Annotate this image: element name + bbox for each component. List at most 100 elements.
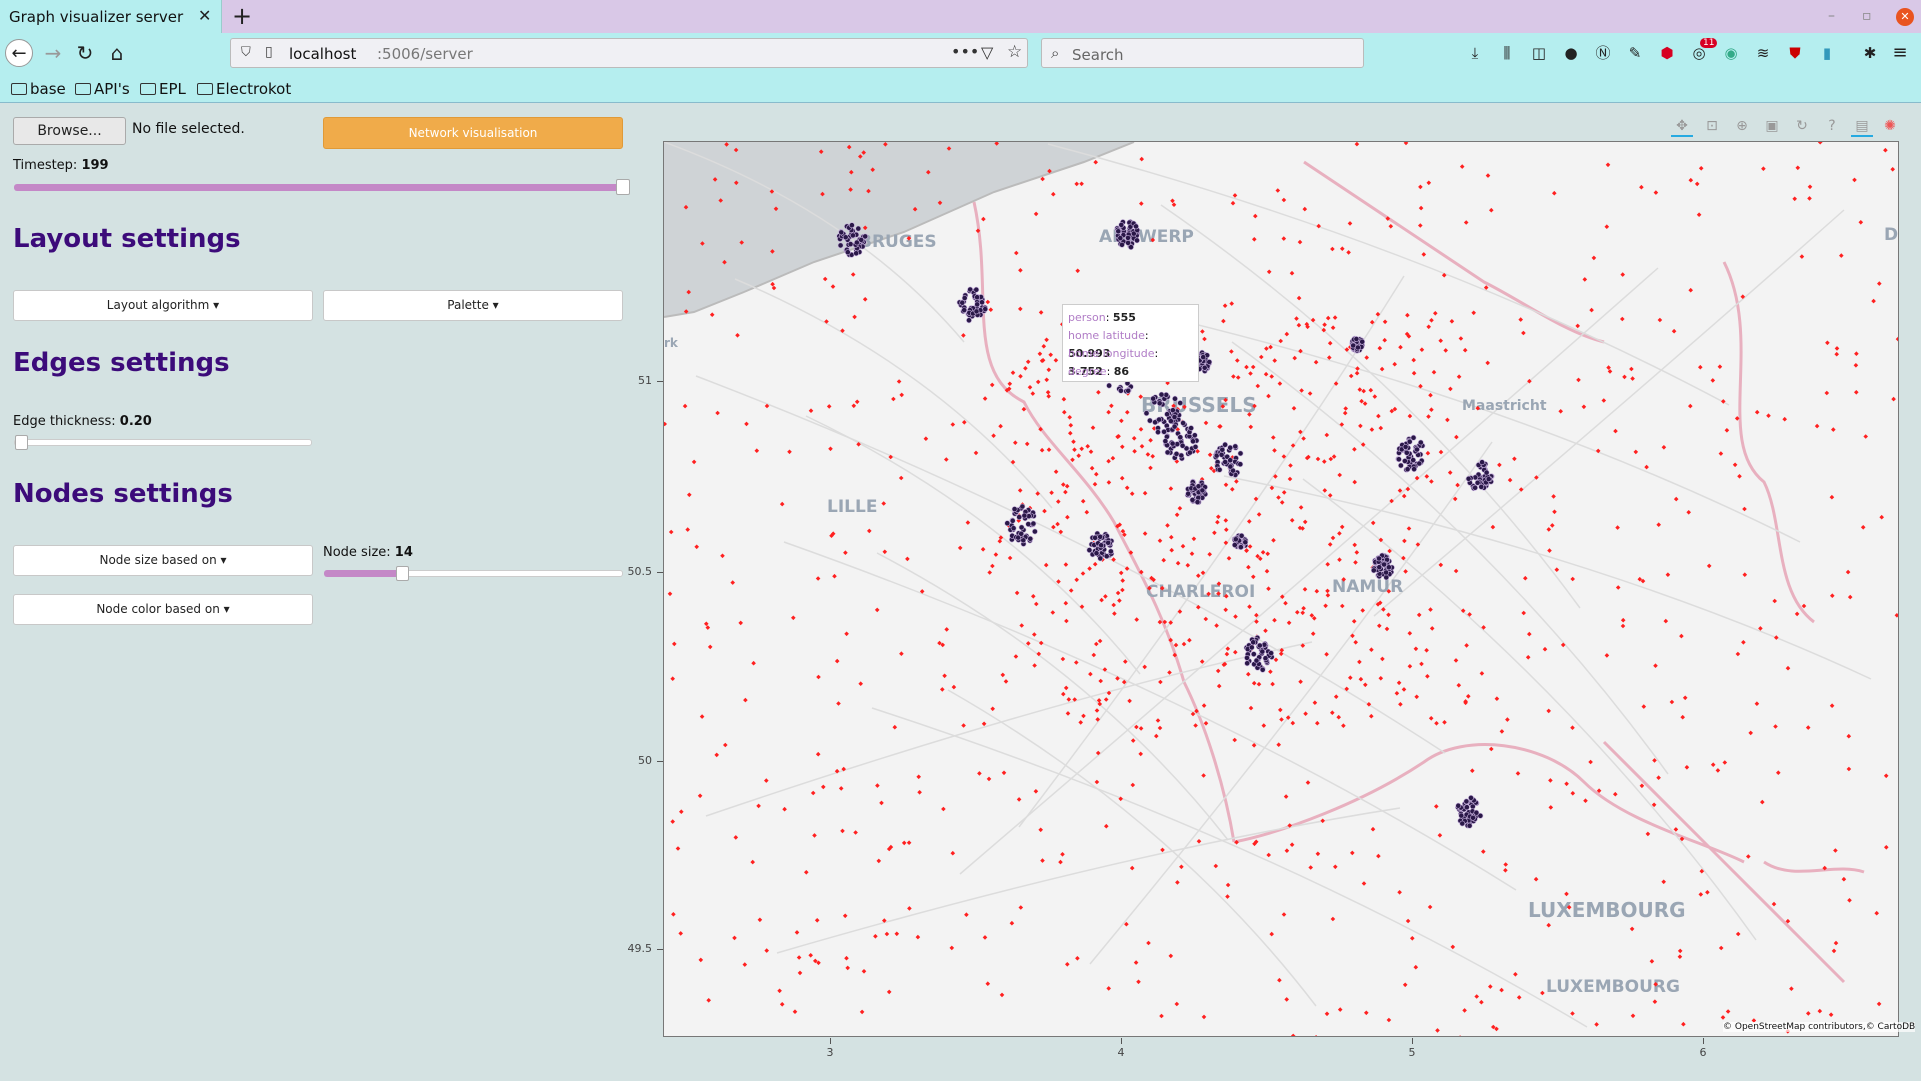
- cluster-node: [1180, 420, 1186, 426]
- node-marker: [1732, 462, 1738, 468]
- box-zoom-tool-icon[interactable]: ⊡: [1701, 115, 1723, 137]
- cluster-node: [1093, 550, 1100, 557]
- node-marker: [998, 423, 1003, 429]
- pan-tool-icon[interactable]: ✥: [1671, 115, 1693, 137]
- extension-icon[interactable]: ✎: [1625, 43, 1645, 63]
- new-tab-icon[interactable]: +: [232, 2, 252, 30]
- node-marker: [706, 998, 711, 1003]
- node-marker: [1160, 847, 1165, 853]
- timestep-slider[interactable]: [14, 184, 630, 191]
- forward-icon[interactable]: →: [39, 39, 67, 67]
- cluster-node: [1107, 548, 1114, 555]
- node-marker: [901, 840, 907, 846]
- home-icon[interactable]: ⌂: [103, 39, 131, 67]
- window-close-icon[interactable]: ✕: [1896, 8, 1914, 26]
- extensions-icon[interactable]: ✱: [1860, 43, 1880, 63]
- node-size-slider-handle[interactable]: [396, 566, 409, 581]
- node-marker: [1061, 691, 1066, 697]
- node-marker: [771, 285, 777, 291]
- notion-icon[interactable]: Ⓝ: [1593, 43, 1613, 63]
- node-marker: [859, 1009, 865, 1015]
- edge-thickness-slider-handle[interactable]: [15, 435, 28, 450]
- cluster-node: [1231, 542, 1238, 548]
- node-marker: [1799, 254, 1805, 259]
- menu-icon[interactable]: ≡: [1890, 43, 1910, 63]
- ublock-icon[interactable]: ⛊: [1785, 43, 1805, 63]
- extension2-icon[interactable]: ≋: [1753, 43, 1773, 63]
- sidebar-icon[interactable]: ◫: [1529, 43, 1549, 63]
- help-tool-icon[interactable]: ?: [1821, 115, 1843, 137]
- cluster-node: [1004, 520, 1011, 527]
- bookmark-folder[interactable]: base: [11, 80, 66, 98]
- node-color-based-dropdown[interactable]: Node color based on ▾: [13, 594, 313, 625]
- cluster-node: [1376, 564, 1383, 571]
- wheel-zoom-tool-icon[interactable]: ⊕: [1731, 115, 1753, 137]
- page-info-icon[interactable]: ▯: [265, 44, 273, 60]
- layout-algorithm-dropdown[interactable]: Layout algorithm ▾: [13, 290, 313, 321]
- edge-thickness-slider[interactable]: [14, 439, 312, 446]
- account-icon[interactable]: ●: [1561, 43, 1581, 63]
- node-marker: [1806, 1011, 1811, 1016]
- stats-icon[interactable]: ▮: [1817, 43, 1837, 63]
- browse-button[interactable]: Browse...: [13, 117, 126, 145]
- save-tool-icon[interactable]: ▣: [1761, 115, 1783, 137]
- reset-tool-icon[interactable]: ↻: [1791, 115, 1813, 137]
- node-marker: [1223, 518, 1229, 523]
- timestep-slider-handle[interactable]: [616, 179, 630, 195]
- bookmark-folder[interactable]: Electrokot: [197, 80, 291, 98]
- reload-icon[interactable]: ↻: [71, 39, 99, 67]
- maximize-icon[interactable]: ▫: [1862, 8, 1872, 24]
- bookmark-star-icon[interactable]: ☆: [1007, 42, 1022, 62]
- bookmark-folder[interactable]: API's: [75, 80, 130, 98]
- node-marker: [1139, 201, 1144, 206]
- node-marker: [1103, 594, 1108, 599]
- library-icon[interactable]: ⫼: [1497, 43, 1517, 63]
- node-marker: [1360, 608, 1365, 613]
- node-marker: [907, 906, 912, 911]
- url-bar[interactable]: ⛉ ▯ localhost :5006/server ••• ▽ ☆: [230, 38, 1028, 68]
- node-marker: [1737, 474, 1742, 479]
- node-size-based-dropdown[interactable]: Node size based on ▾: [13, 545, 313, 576]
- node-marker: [1230, 200, 1236, 206]
- download-icon[interactable]: ⤓: [1465, 43, 1485, 63]
- node-marker: [1570, 576, 1575, 582]
- caret-down-icon: ▾: [213, 298, 220, 312]
- node-marker: [1302, 519, 1308, 525]
- back-icon[interactable]: ←: [5, 39, 33, 67]
- hover-tool-icon[interactable]: ▤: [1851, 115, 1873, 137]
- node-marker: [1575, 323, 1580, 329]
- minimize-icon[interactable]: –: [1828, 8, 1835, 24]
- pocket-icon[interactable]: ▽: [981, 43, 993, 62]
- node-marker: [1286, 620, 1292, 626]
- node-marker: [1138, 751, 1143, 757]
- node-marker: [1289, 270, 1295, 276]
- node-marker: [830, 284, 836, 289]
- browser-tab[interactable]: Graph visualizer server ✕: [0, 0, 222, 33]
- grammar-icon[interactable]: ◉: [1721, 43, 1741, 63]
- adblock-icon[interactable]: ⬢: [1657, 43, 1677, 63]
- tracking-shield-icon[interactable]: ⛉: [241, 45, 251, 60]
- node-marker: [1330, 710, 1335, 715]
- node-size-slider[interactable]: [404, 570, 623, 577]
- page-actions-icon[interactable]: •••: [951, 42, 979, 61]
- node-marker: [884, 931, 890, 937]
- node-marker: [867, 528, 872, 534]
- network-visualisation-button[interactable]: Network visualisation: [323, 117, 623, 149]
- bookmark-folder[interactable]: EPL: [140, 80, 186, 98]
- map-canvas[interactable]: BRUGES ANTWERPBRUSSELSLILLEMaastrichtNAMU…: [664, 142, 1899, 1037]
- node-marker: [723, 742, 728, 748]
- node-marker: [1434, 721, 1439, 726]
- node-marker: [1157, 725, 1163, 731]
- node-marker: [732, 935, 737, 941]
- node-marker: [1834, 346, 1840, 351]
- cluster-node: [1473, 809, 1480, 816]
- node-marker: [1443, 348, 1448, 353]
- palette-dropdown[interactable]: Palette ▾: [323, 290, 623, 321]
- cluster-node: [1164, 449, 1171, 456]
- close-tab-icon[interactable]: ✕: [198, 6, 211, 25]
- bokeh-logo-icon[interactable]: ✺: [1879, 115, 1901, 137]
- node-marker: [694, 544, 699, 550]
- map-plot[interactable]: BRUGES ANTWERP BRUSSELS LILLE Maastricht NAMU…: [663, 141, 1899, 1037]
- search-bar[interactable]: ⌕ Search: [1041, 38, 1364, 68]
- cluster-node: [1206, 359, 1213, 365]
